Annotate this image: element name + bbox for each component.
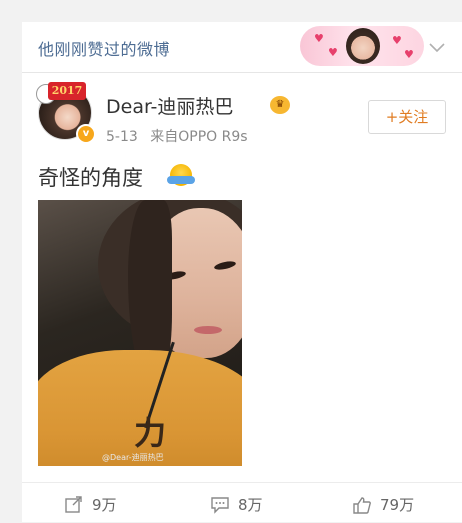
weibo-card: 他刚刚赞过的微博 ♥ ♥ ♥ ♥ 2017 v Dear-迪丽热巴 ♛ 5-13… bbox=[22, 22, 462, 522]
post-date: 5-13 bbox=[106, 129, 138, 145]
repost-count: 9万 bbox=[92, 496, 117, 514]
post-text: 奇怪的角度 bbox=[38, 166, 143, 190]
follow-button[interactable]: +关注 bbox=[368, 100, 446, 134]
emoji-icon bbox=[167, 164, 195, 186]
comment-icon bbox=[211, 497, 229, 514]
repost-icon bbox=[65, 496, 82, 513]
post-meta: 5-13 来自OPPO R9s bbox=[106, 126, 256, 146]
liked-banner-image[interactable]: ♥ ♥ ♥ ♥ bbox=[300, 26, 424, 66]
like-icon bbox=[353, 497, 371, 514]
photo-lip bbox=[194, 326, 222, 334]
like-count: 79万 bbox=[380, 496, 415, 514]
heart-icon: ♥ bbox=[404, 48, 414, 61]
liked-posts-header[interactable]: 他刚刚赞过的微博 ♥ ♥ ♥ ♥ bbox=[22, 22, 462, 73]
photo-shirt-text: 力 bbox=[134, 414, 167, 452]
heart-icon: ♥ bbox=[328, 46, 338, 59]
photo-watermark: @Dear-迪丽热巴 bbox=[102, 453, 164, 462]
post-photo[interactable]: 力 @Dear-迪丽热巴 bbox=[38, 200, 242, 466]
chevron-down-icon[interactable] bbox=[428, 38, 446, 56]
top-strip bbox=[0, 0, 462, 22]
author-name[interactable]: Dear-迪丽热巴 bbox=[106, 92, 233, 119]
avatar-badge-2017: 2017 bbox=[48, 82, 86, 100]
author-avatar[interactable]: 2017 v bbox=[36, 82, 96, 144]
action-bar: 9万 8万 79万 bbox=[22, 482, 462, 523]
liked-posts-title[interactable]: 他刚刚赞过的微博 bbox=[38, 36, 170, 60]
post-source[interactable]: 来自OPPO R9s bbox=[150, 129, 247, 145]
verified-icon: v bbox=[76, 124, 96, 144]
comment-count: 8万 bbox=[238, 496, 263, 514]
heart-icon: ♥ bbox=[314, 32, 324, 45]
vip-icon[interactable]: ♛ bbox=[270, 96, 290, 114]
banner-face bbox=[346, 28, 380, 64]
heart-icon: ♥ bbox=[392, 34, 402, 47]
